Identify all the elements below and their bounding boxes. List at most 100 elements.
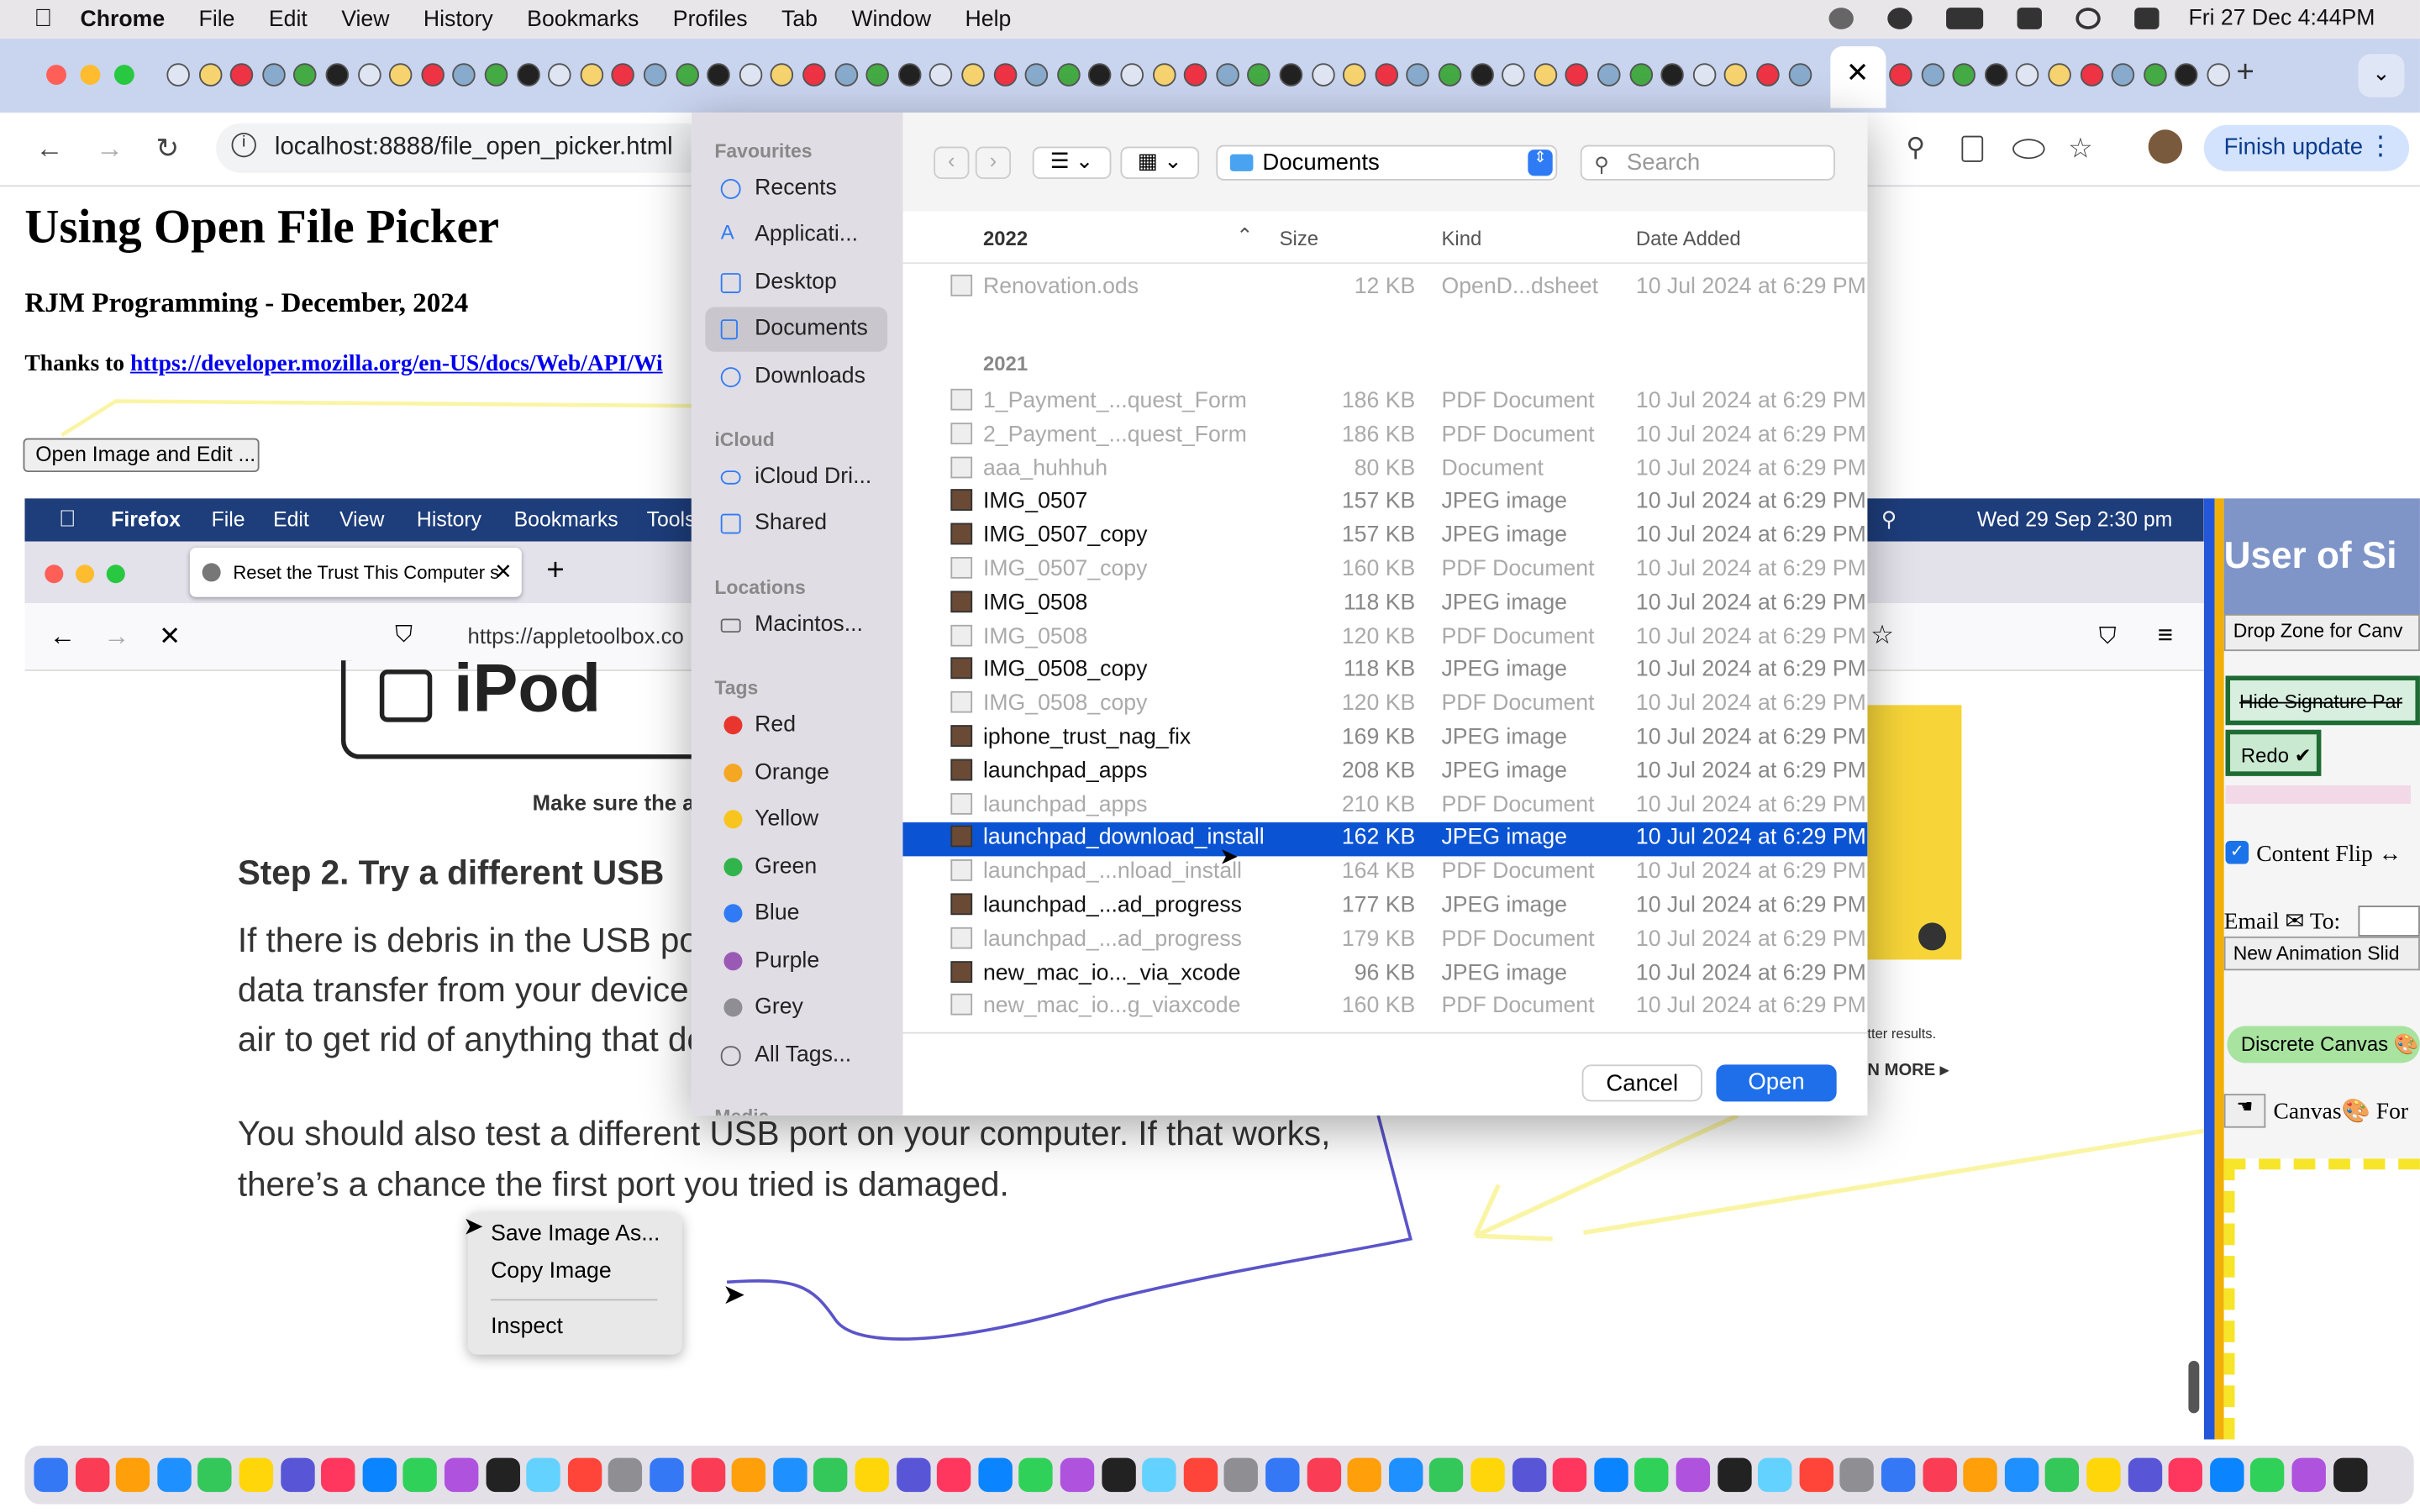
drop-zone-input[interactable]: Drop Zone for Canv <box>2223 614 2420 652</box>
sidebar-item-downloads[interactable]: Downloads <box>705 354 887 399</box>
language-icon[interactable] <box>1828 8 1854 29</box>
dock-app-icon[interactable] <box>1881 1457 1916 1493</box>
dock-app-icon[interactable] <box>362 1457 397 1493</box>
sidebar-tag-red[interactable]: Red <box>705 704 887 748</box>
open-button[interactable]: Open <box>1716 1064 1837 1102</box>
dock-app-icon[interactable] <box>1018 1457 1054 1493</box>
dock-app-icon[interactable] <box>526 1457 561 1493</box>
dock-app-icon[interactable] <box>197 1457 233 1493</box>
file-row[interactable]: IMG_0508_copy 120 KB PDF Document 10 Jul 20… <box>902 689 1867 722</box>
dock-app-icon[interactable] <box>772 1457 808 1493</box>
dialog-forward-icon[interactable]: › <box>975 146 1012 180</box>
file-row[interactable]: launchpad_apps 210 KB PDF Document 10 Jul 2… <box>902 790 1867 823</box>
canvas-drawing-area[interactable] <box>2223 1158 2420 1440</box>
dock-app-icon[interactable] <box>444 1457 479 1493</box>
dock-app-icon[interactable] <box>1347 1457 1382 1493</box>
tab-favicon-icon[interactable] <box>1889 63 1912 87</box>
dock-app-icon[interactable] <box>650 1457 684 1493</box>
dock-app-icon[interactable] <box>1512 1457 1546 1493</box>
finish-update-button[interactable]: Finish update ⋮ <box>2203 124 2410 171</box>
tab-favicon-icon[interactable] <box>1787 63 1812 87</box>
file-row[interactable]: IMG_0508_copy 118 KB JPEG image 10 Jul 2024… <box>902 654 1867 688</box>
pointing-hand-button[interactable]: ☚ <box>2223 1094 2266 1128</box>
sidebar-item-icloud-drive[interactable]: iCloud Dri... <box>705 455 887 500</box>
profile-avatar[interactable] <box>2148 129 2183 164</box>
dock-app-icon[interactable] <box>1142 1457 1176 1493</box>
list-view-icon[interactable]: ☰ ⌄ <box>1032 146 1112 180</box>
dock-app-icon[interactable] <box>1593 1457 1628 1493</box>
menubar-clock[interactable]: Fri 27 Dec 4:44PM <box>2188 6 2375 30</box>
file-row[interactable]: launchpad_...ad_progress 179 KB PDF Docume… <box>902 924 1867 958</box>
page-icon[interactable] <box>1961 135 1984 162</box>
tab-favicon-icon[interactable] <box>1279 63 1303 87</box>
kebab-menu-icon[interactable]: ⋮ <box>2367 131 2393 162</box>
dock-app-icon[interactable] <box>2086 1457 2121 1493</box>
file-row-selected[interactable]: launchpad_download_install 162 KB JPEG ima… <box>902 822 1868 857</box>
column-header-name[interactable]: 2022 <box>983 227 1028 250</box>
dock-app-icon[interactable] <box>1183 1457 1218 1493</box>
sidebar-item-macintosh[interactable]: Macintos... <box>705 603 887 648</box>
sidebar-tag-purple[interactable]: Purple <box>705 939 887 984</box>
file-row[interactable]: 1_Payment_...quest_Form 186 KB PDF Documen… <box>902 386 1867 419</box>
column-header-kind[interactable]: Kind <box>1441 227 1481 250</box>
tab-favicon-icon[interactable] <box>1120 63 1144 87</box>
dialog-search-field[interactable]: ⚲ Search <box>1580 144 1835 181</box>
email-input[interactable] <box>2358 906 2420 937</box>
dock-app-icon[interactable] <box>978 1457 1013 1493</box>
tab-favicon-icon[interactable] <box>1534 63 1557 87</box>
file-row[interactable]: IMG_0507 157 KB JPEG image 10 Jul 2024 at 6… <box>902 486 1867 520</box>
tab-favicon-icon[interactable] <box>1152 63 1176 87</box>
redo-button[interactable]: Redo ✔ <box>2225 729 2322 776</box>
dock-app-icon[interactable] <box>937 1457 971 1493</box>
dock-app-icon[interactable] <box>691 1457 725 1493</box>
dock-app-icon[interactable] <box>321 1457 355 1493</box>
dock-app-icon[interactable] <box>2045 1457 2080 1493</box>
tab-favicon-icon[interactable] <box>2207 63 2231 87</box>
file-row[interactable]: new_mac_io..._via_xcode 96 KB JPEG image 10… <box>902 958 1867 991</box>
tab-favicon-icon[interactable] <box>1311 63 1334 87</box>
file-row[interactable]: aaa_huhhuh 80 KB Document 10 Jul 2024 at 6:… <box>902 453 1867 486</box>
tab-favicon-icon[interactable] <box>1056 63 1081 87</box>
dock-app-icon[interactable] <box>1306 1457 1341 1493</box>
dock-app-icon[interactable] <box>813 1457 849 1493</box>
dock-app-icon[interactable] <box>1963 1457 1998 1493</box>
dock-app-icon[interactable] <box>2128 1457 2162 1493</box>
file-row[interactable]: Renovation.ods 12 KB OpenD...dsheet 10 Jul … <box>902 271 1867 305</box>
dock-app-icon[interactable] <box>156 1457 192 1493</box>
dock-app-icon[interactable] <box>567 1457 602 1493</box>
file-row[interactable]: IMG_0508 118 KB JPEG image 10 Jul 2024 at 6… <box>902 587 1867 621</box>
tab-favicon-icon[interactable] <box>1438 63 1462 87</box>
grid-view-icon[interactable]: ▦ ⌄ <box>1120 146 1200 180</box>
file-row[interactable]: new_mac_io...g_viaxcode 160 KB PDF Documen… <box>902 991 1867 1025</box>
tab-favicon-icon[interactable] <box>961 63 985 87</box>
menu-help[interactable]: Help <box>965 7 1012 31</box>
play-icon[interactable] <box>1887 8 1912 29</box>
tab-favicon-icon[interactable] <box>1215 63 1239 87</box>
dock-app-icon[interactable] <box>2291 1457 2326 1493</box>
dock-app-icon[interactable] <box>1060 1457 1095 1493</box>
dock-app-icon[interactable] <box>1717 1457 1751 1493</box>
cancel-button[interactable]: Cancel <box>1581 1064 1702 1102</box>
tab-favicon-icon[interactable] <box>2080 63 2103 87</box>
tab-favicon-icon[interactable] <box>993 63 1017 87</box>
dock-app-icon[interactable] <box>2209 1457 2244 1493</box>
dock-app-icon[interactable] <box>1634 1457 1670 1493</box>
dock-app-icon[interactable] <box>1758 1457 1792 1493</box>
tab-favicon-icon[interactable] <box>1597 63 1621 87</box>
dock-app-icon[interactable] <box>855 1457 889 1493</box>
tab-favicon-icon[interactable] <box>1375 63 1398 87</box>
sidebar-tag-blue[interactable]: Blue <box>705 892 887 937</box>
new-animation-select[interactable]: New Animation Slid <box>2223 936 2420 971</box>
tab-favicon-icon[interactable] <box>1628 63 1653 87</box>
dock-app-icon[interactable] <box>403 1457 438 1493</box>
sidebar-tag-grey[interactable]: Grey <box>705 986 887 1031</box>
dock-app-icon[interactable] <box>1101 1457 1136 1493</box>
dock-app-icon[interactable] <box>2250 1457 2286 1493</box>
dock-app-icon[interactable] <box>1470 1457 1505 1493</box>
dock-app-icon[interactable] <box>896 1457 930 1493</box>
sidebar-item-applications[interactable]: A Applicati... <box>705 213 887 257</box>
tab-search-icon[interactable]: ⌄ <box>2358 54 2405 97</box>
column-header-date[interactable]: Date Added <box>1636 227 1741 250</box>
sidebar-item-shared[interactable]: Shared <box>705 501 887 546</box>
wifi-icon[interactable] <box>2017 8 2043 29</box>
